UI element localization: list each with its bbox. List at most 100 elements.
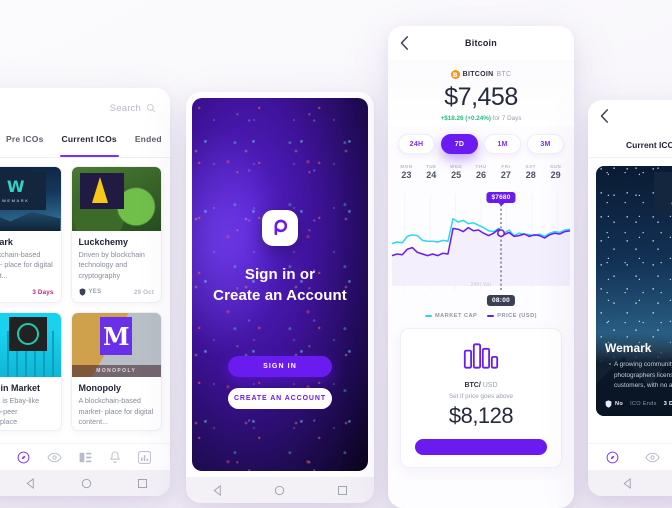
monopoly-caption: MONOPOLY	[71, 365, 161, 378]
axis-day-number: 27	[500, 170, 511, 180]
bell-icon[interactable]	[109, 450, 121, 464]
ico-countdown: 3 Days	[32, 288, 54, 296]
wemark-logo-icon: WWEMARK	[0, 172, 46, 210]
ico-card-grid: WWEMARK Wemark A blockchain-based market…	[0, 158, 170, 431]
ico-card-luckchemy[interactable]: Luckchemy Driven by blockchain technolog…	[70, 166, 162, 304]
ico-thumbnail-monopoly: M MONOPOLY	[71, 313, 161, 378]
tab-current-icos[interactable]: Current ICOs	[59, 134, 120, 157]
kyc-status: No	[605, 400, 623, 408]
bar-chart-icon	[463, 343, 499, 369]
phone4-tabs: Current ICOs	[588, 132, 672, 158]
range-7d[interactable]: 7D	[441, 134, 478, 154]
kyc-label: YES	[88, 289, 102, 296]
ico-name: Ubcoin Market	[0, 383, 41, 394]
search-placeholder: Search	[109, 102, 141, 114]
wemark-info-overlay: Wemark A growing community of photograph…	[596, 333, 672, 416]
ico-card-body: Monopoly A blockchain-based market- plac…	[72, 377, 162, 429]
android-nav-bar	[588, 470, 672, 496]
axis-day: THU 26	[469, 164, 494, 180]
set-alert-button[interactable]	[415, 439, 547, 455]
chart-time-label: 08:00	[486, 295, 516, 306]
price-change: +$18.26 (+0.24%) for 7 Days	[388, 115, 574, 122]
bitcoin-summary: B BITCOIN BTC $7,458 +$18.26 (+0.24%) fo…	[388, 60, 574, 126]
signin-title-line1: Sign in or	[244, 266, 316, 283]
ico-card-wemark[interactable]: WWEMARK Wemark A blockchain-based market…	[0, 166, 62, 304]
ico-ends-label: ICO Ends	[630, 401, 657, 407]
tab-ended[interactable]: Ended	[135, 134, 162, 157]
coin-ticker: BTC	[496, 71, 512, 78]
phone-ico-list: Search Pre ICOs Current ICOs Ended W WEMA…	[0, 88, 170, 496]
legend-price: PRICE (USD)	[487, 313, 537, 319]
price-change-value: +$18.26 (+0.24%)	[440, 115, 491, 122]
range-1m[interactable]: 1M	[484, 134, 521, 154]
chart-day-axis: MON 23 TUE 24 WED 25 THU 26 FRI 27 SAT 28 SUN 2…	[388, 164, 574, 180]
android-recents-icon[interactable]	[337, 485, 348, 496]
ico-thumbnail-ubcoin	[0, 313, 61, 378]
chart-legend: MARKET CAP PRICE (USD)	[388, 313, 574, 319]
axis-day-number: 24	[426, 170, 437, 180]
range-24h[interactable]: 24H	[398, 134, 435, 154]
price-chart[interactable]: $7680 24H Vol 08:00	[388, 184, 574, 306]
alert-pair-quote: USD	[480, 382, 498, 389]
axis-day-name: SUN	[549, 164, 562, 169]
ico-name: Wemark	[0, 237, 13, 247]
signin-title-line2: Create an Account	[213, 287, 347, 305]
range-3m[interactable]: 3M	[527, 134, 564, 154]
tab-pre-icos[interactable]: Pre ICOs	[6, 134, 44, 157]
back-icon[interactable]	[600, 109, 609, 123]
eye-icon[interactable]	[47, 451, 62, 464]
axis-day-number: 23	[401, 170, 412, 180]
search-input[interactable]: Search	[110, 103, 156, 114]
tab-current-icos[interactable]: Current ICOs	[626, 140, 672, 150]
compass-icon[interactable]	[17, 451, 30, 464]
android-back-icon[interactable]	[25, 477, 36, 489]
ico-filter-tabs: Pre ICOs Current ICOs Ended	[0, 128, 170, 158]
shield-icon	[79, 288, 85, 296]
android-back-icon[interactable]	[622, 477, 633, 489]
eye-icon[interactable]	[645, 451, 660, 464]
sign-in-button[interactable]: SIGN IN	[228, 356, 332, 377]
chart-price-tooltip: $7680	[486, 192, 516, 203]
ico-card-body: Ubcoin Market Ubcoin is Ebay-like peer-t…	[0, 377, 61, 429]
ico-description: Ubcoin is Ebay-like peer-to-peer marketp…	[0, 396, 40, 427]
chart-icon[interactable]	[138, 450, 152, 464]
android-home-icon[interactable]	[274, 485, 285, 496]
ico-thumbnail-wemark: W WEMARK	[0, 167, 61, 231]
ico-description: A blockchain-based market- place for dig…	[78, 396, 154, 427]
android-back-icon[interactable]	[212, 484, 223, 496]
ico-description: A blockchain-based market- place for dig…	[0, 250, 53, 280]
screenshot-stage: Search Pre ICOs Current ICOs Ended W WEMA…	[0, 0, 672, 508]
app-logo-icon	[262, 210, 298, 246]
bitcoin-header: Bitcoin	[388, 26, 574, 60]
signin-title: Sign in or Create an Account	[192, 264, 368, 307]
axis-day-number: 29	[550, 170, 561, 180]
axis-day-name: SAT	[525, 164, 536, 169]
signin-screen: Sign in or Create an Account SIGN IN CRE…	[192, 98, 368, 471]
create-account-button[interactable]: CREATE AN ACCOUNT	[228, 388, 332, 409]
ico-thumbnail-luckchemy	[71, 167, 161, 231]
compass-icon[interactable]	[606, 451, 619, 464]
ico-name: Wemark	[605, 341, 652, 356]
price-alert-card: BTC/ USD Set if price goes above $8,128	[400, 328, 562, 468]
list-icon[interactable]	[79, 451, 92, 464]
flame-icon	[91, 177, 108, 203]
ico-card-monopoly[interactable]: M MONOPOLY Monopoly A blockchain-based m…	[70, 312, 162, 431]
ico-description: Driven by blockchain technology and cryp…	[78, 250, 145, 280]
axis-day-name: WED	[450, 164, 463, 169]
coin-name: BITCOIN	[462, 71, 494, 78]
ico-countdown: 29 Oct	[133, 288, 154, 296]
range-selector: 24H 7D 1M 3M	[388, 126, 574, 164]
phone-bitcoin-detail: Bitcoin B BITCOIN BTC $7,458 +$18.26 (+0…	[388, 26, 574, 508]
axis-day: SUN 29	[543, 164, 568, 180]
price-change-period: for 7 Days	[490, 115, 522, 122]
axis-day-name: FRI	[501, 164, 511, 169]
volume-label: 24H Vol	[470, 282, 492, 288]
axis-day-name: TUE	[425, 164, 437, 169]
search-icon	[147, 104, 156, 113]
axis-day-name: MON	[400, 164, 413, 169]
android-home-icon[interactable]	[81, 478, 92, 489]
android-recents-icon[interactable]	[137, 478, 148, 489]
ico-card-ubcoin[interactable]: Ubcoin Market Ubcoin is Ebay-like peer-t…	[0, 312, 62, 431]
phone-wemark-detail: Current ICOs WWEMARK Wemark A growing co…	[588, 100, 672, 496]
back-icon[interactable]	[400, 36, 409, 50]
